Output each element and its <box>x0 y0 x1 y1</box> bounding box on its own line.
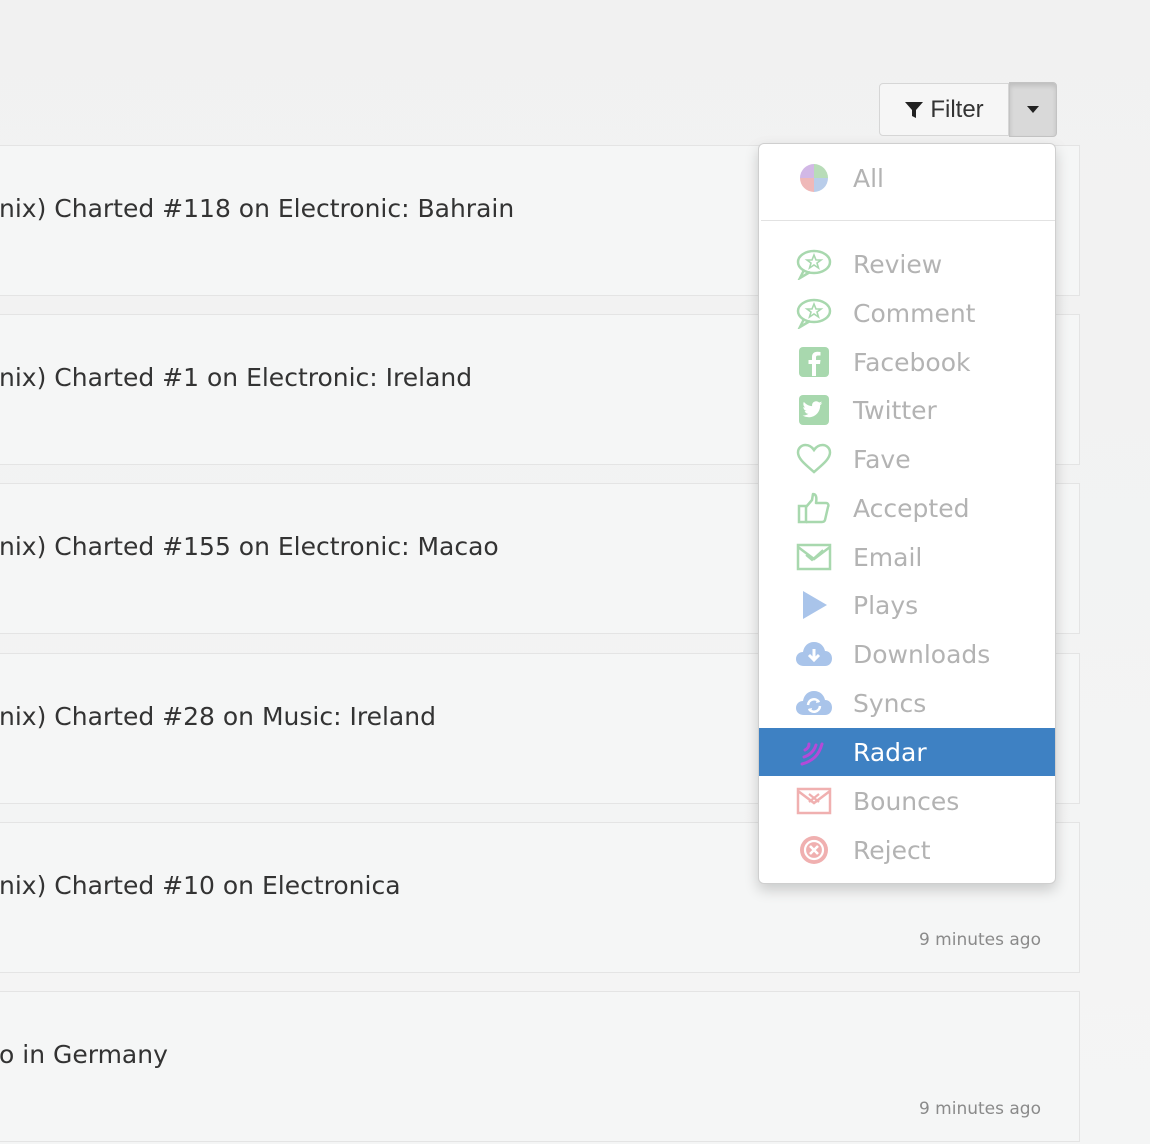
filter-option-label: Facebook <box>853 347 971 377</box>
filter-dropdown-menu: All Review Comment Facebook Twitter Fave… <box>758 143 1056 884</box>
filter-option-plays[interactable]: Plays <box>759 581 1055 629</box>
feed-item-time: 9 minutes ago <box>918 930 1041 950</box>
filter-option-accepted[interactable]: Accepted <box>759 484 1055 532</box>
play-icon <box>795 586 833 624</box>
filter-toolbar: Filter <box>879 82 1057 137</box>
cloud-sync-icon <box>795 684 833 722</box>
thumbs-up-icon <box>795 489 833 527</box>
comment-icon <box>795 294 833 332</box>
filter-option-twitter[interactable]: Twitter <box>759 386 1055 434</box>
caret-down-icon <box>1027 106 1039 113</box>
feed-item-title: o in Germany <box>0 1040 168 1069</box>
funnel-icon <box>905 101 924 118</box>
feed-item[interactable]: o in Germany 9 minutes ago <box>0 991 1080 1142</box>
email-icon <box>795 538 833 576</box>
filter-option-label: All <box>853 163 884 193</box>
filter-option-bounces[interactable]: Bounces <box>759 777 1055 825</box>
filter-dropdown-toggle[interactable] <box>1009 82 1057 137</box>
feed-item-title: nix) Charted #10 on Electronica <box>0 871 401 900</box>
filter-option-label: Plays <box>853 590 919 620</box>
feed-item-title: nix) Charted #155 on Electronic: Macao <box>0 532 499 561</box>
filter-option-review[interactable]: Review <box>759 240 1055 288</box>
review-icon <box>795 245 833 283</box>
filter-option-syncs[interactable]: Syncs <box>759 679 1055 727</box>
filter-option-all[interactable]: All <box>759 154 1055 202</box>
cloud-download-icon <box>795 635 833 673</box>
menu-divider <box>761 220 1055 221</box>
filter-option-label: Accepted <box>853 493 970 523</box>
all-icon <box>795 159 833 197</box>
filter-button[interactable]: Filter <box>879 83 1009 136</box>
feed-item-title: nix) Charted #28 on Music: Ireland <box>0 702 436 731</box>
filter-option-email[interactable]: Email <box>759 533 1055 581</box>
twitter-icon <box>795 391 833 429</box>
reject-icon <box>795 831 833 869</box>
filter-option-facebook[interactable]: Facebook <box>759 338 1055 386</box>
filter-option-label: Radar <box>853 737 927 767</box>
filter-option-label: Bounces <box>853 786 960 816</box>
feed-item-title: nix) Charted #118 on Electronic: Bahrain <box>0 194 515 223</box>
feed-item-time: 9 minutes ago <box>918 1099 1041 1119</box>
filter-option-comment[interactable]: Comment <box>759 289 1055 337</box>
filter-option-label: Syncs <box>853 688 927 718</box>
filter-option-label: Fave <box>853 444 911 474</box>
filter-option-label: Reject <box>853 835 931 865</box>
heart-icon <box>795 440 833 478</box>
facebook-icon <box>795 343 833 381</box>
filter-option-label: Email <box>853 542 923 572</box>
filter-option-fave[interactable]: Fave <box>759 435 1055 483</box>
radar-icon <box>795 733 833 771</box>
feed-item-title: nix) Charted #1 on Electronic: Ireland <box>0 363 473 392</box>
bounce-email-icon <box>795 782 833 820</box>
filter-option-downloads[interactable]: Downloads <box>759 630 1055 678</box>
filter-option-radar[interactable]: Radar <box>759 728 1055 776</box>
filter-option-label: Review <box>853 249 943 279</box>
filter-option-label: Twitter <box>853 395 937 425</box>
filter-button-label: Filter <box>930 95 984 123</box>
filter-option-label: Downloads <box>853 639 991 669</box>
filter-option-label: Comment <box>853 298 976 328</box>
filter-option-reject[interactable]: Reject <box>759 826 1055 874</box>
